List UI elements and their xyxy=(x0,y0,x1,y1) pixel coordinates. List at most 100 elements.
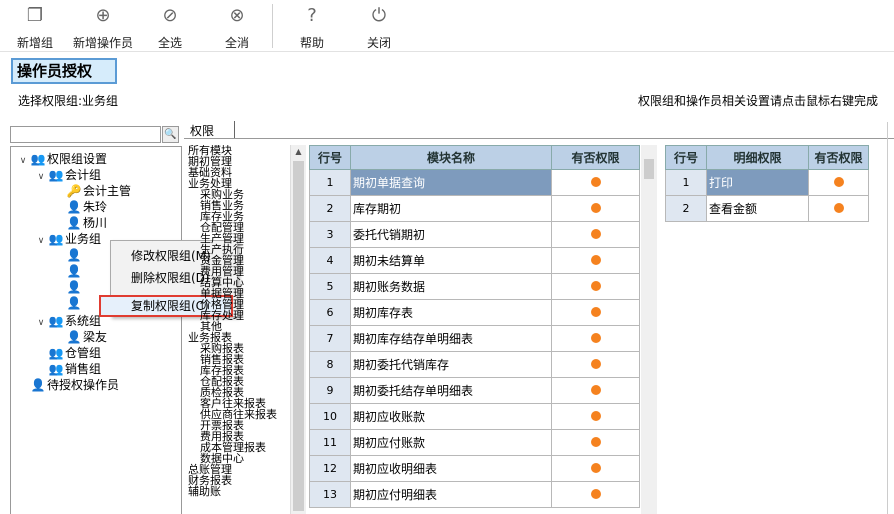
table-row[interactable]: 2 库存期初 xyxy=(309,195,640,222)
search-input[interactable] xyxy=(10,126,161,143)
tree-operator[interactable]: 🔑 会计主管 xyxy=(65,183,132,199)
select-all-button[interactable]: ⊘ 全选 xyxy=(150,4,190,50)
tab-permissions[interactable]: 权限 xyxy=(190,122,214,139)
row-name[interactable]: 库存期初 xyxy=(350,195,552,222)
table-row[interactable]: 4 期初未结算单 xyxy=(309,247,640,274)
permission-cell[interactable] xyxy=(551,169,640,196)
tree-group-system[interactable]: ∨ 👥 系统组 xyxy=(35,313,101,329)
table-row[interactable]: 1 打印 xyxy=(665,169,869,196)
module-scrollbar[interactable]: ▲ xyxy=(290,145,306,514)
collapse-icon[interactable]: ∨ xyxy=(35,233,47,249)
search-icon[interactable]: 🔍 xyxy=(162,126,179,143)
table-row[interactable]: 13 期初应付明细表 xyxy=(309,481,640,508)
toolbar-divider xyxy=(272,4,273,48)
collapse-icon[interactable]: ∨ xyxy=(35,315,47,331)
collapse-icon[interactable]: ∨ xyxy=(35,169,47,185)
table-row[interactable]: 5 期初账务数据 xyxy=(309,273,640,300)
user-icon: 👤 xyxy=(66,216,82,230)
close-button[interactable]: ⏻ 关闭 xyxy=(359,4,399,50)
row-name[interactable]: 期初库存结存单明细表 xyxy=(350,325,552,352)
permission-cell[interactable] xyxy=(551,377,640,404)
permission-cell[interactable] xyxy=(551,325,640,352)
scroll-up-icon[interactable]: ▲ xyxy=(291,145,306,159)
module-list-item[interactable]: 辅助账 xyxy=(188,486,291,497)
group-icon: 👥 xyxy=(48,362,64,376)
scroll-thumb[interactable] xyxy=(644,159,654,179)
permission-cell[interactable] xyxy=(551,481,640,508)
row-name[interactable]: 期初单据查询 xyxy=(350,169,552,196)
table-row[interactable]: 1 期初单据查询 xyxy=(309,169,640,196)
permission-cell[interactable] xyxy=(551,403,640,430)
new-group-button[interactable]: ❐ 新增组 xyxy=(12,4,58,50)
tree-operator[interactable]: 👤 杨川 xyxy=(65,215,108,231)
tree-operator[interactable]: 👤 朱玲 xyxy=(65,199,108,215)
row-name[interactable]: 期初应付明细表 xyxy=(350,481,552,508)
table-row[interactable]: 3 委托代销期初 xyxy=(309,221,640,248)
table-row[interactable]: 8 期初委托代销库存 xyxy=(309,351,640,378)
tree-group-warehouse[interactable]: 👥 仓管组 xyxy=(47,345,102,361)
check-all-icon: ⊘ xyxy=(162,5,178,26)
toolbar: ❐ 新增组 ⊕ 新增操作员 ⊘ 全选 ⊗ 全消 ? 帮助 ⏻ 关闭 xyxy=(0,0,894,52)
permission-cell[interactable] xyxy=(551,351,640,378)
col-header-detail-permission: 明细权限 xyxy=(706,145,809,170)
row-number: 9 xyxy=(309,377,351,404)
permission-cell[interactable] xyxy=(551,195,640,222)
help-button[interactable]: ? 帮助 xyxy=(292,4,332,50)
tree-group-business[interactable]: ∨ 👥 业务组 xyxy=(35,231,101,247)
permission-cell[interactable] xyxy=(551,273,640,300)
detail-grid: 行号 明细权限 有否权限 1 打印 2 查看金额 xyxy=(665,145,869,222)
help-icon: ? xyxy=(307,5,317,26)
permission-dot-icon xyxy=(590,488,601,499)
table-row[interactable]: 6 期初库存表 xyxy=(309,299,640,326)
permission-cell[interactable] xyxy=(551,247,640,274)
row-number: 2 xyxy=(665,195,707,222)
table-row[interactable]: 7 期初库存结存单明细表 xyxy=(309,325,640,352)
permission-dot-icon xyxy=(590,436,601,447)
collapse-icon[interactable]: ∨ xyxy=(17,153,29,169)
clear-all-button[interactable]: ⊗ 全消 xyxy=(217,4,257,50)
row-name[interactable]: 打印 xyxy=(706,169,809,196)
row-name[interactable]: 期初委托代销库存 xyxy=(350,351,552,378)
row-name[interactable]: 期初应收账款 xyxy=(350,403,552,430)
tree-operator[interactable]: 👤 xyxy=(65,295,83,311)
permission-cell[interactable] xyxy=(808,195,869,222)
tree-group-sales[interactable]: 👥 销售组 xyxy=(47,361,102,377)
tree-operator[interactable]: 👤 梁友 xyxy=(65,329,108,345)
tree-group-accounting[interactable]: ∨ 👥 会计组 xyxy=(35,167,101,183)
row-name[interactable]: 期初应收明细表 xyxy=(350,455,552,482)
group-icon: 👥 xyxy=(48,232,64,246)
permission-cell[interactable] xyxy=(551,221,640,248)
row-name[interactable]: 期初委托结存单明细表 xyxy=(350,377,552,404)
table-row[interactable]: 2 查看金额 xyxy=(665,195,869,222)
tree-operator[interactable]: 👤 xyxy=(65,247,83,263)
tree-pending-operators[interactable]: 👤 待授权操作员 xyxy=(29,377,120,393)
row-name[interactable]: 期初未结算单 xyxy=(350,247,552,274)
row-name[interactable]: 委托代销期初 xyxy=(350,221,552,248)
tree-root[interactable]: ∨ 👥 权限组设置 xyxy=(17,151,107,167)
permission-dot-icon xyxy=(590,228,601,239)
permission-cell[interactable] xyxy=(551,455,640,482)
scroll-thumb[interactable] xyxy=(293,161,304,511)
row-name[interactable]: 期初应付账款 xyxy=(350,429,552,456)
user-icon: 👤 xyxy=(66,264,82,278)
row-name[interactable]: 期初账务数据 xyxy=(350,273,552,300)
tab-strip: 权限 xyxy=(184,121,894,139)
permission-cell[interactable] xyxy=(551,299,640,326)
col-header-row-no: 行号 xyxy=(665,145,707,170)
table-row[interactable]: 11 期初应付账款 xyxy=(309,429,640,456)
grid-scrollbar[interactable] xyxy=(641,145,657,514)
add-operator-button[interactable]: ⊕ 新增操作员 xyxy=(70,4,136,50)
table-row[interactable]: 12 期初应收明细表 xyxy=(309,455,640,482)
row-number: 5 xyxy=(309,273,351,300)
tree-operator[interactable]: 👤 xyxy=(65,263,83,279)
permission-dot-icon xyxy=(590,410,601,421)
tree-operator[interactable]: 👤 xyxy=(65,279,83,295)
row-number: 1 xyxy=(309,169,351,196)
permission-cell[interactable] xyxy=(808,169,869,196)
table-row[interactable]: 9 期初委托结存单明细表 xyxy=(309,377,640,404)
permission-cell[interactable] xyxy=(551,429,640,456)
table-row[interactable]: 10 期初应收账款 xyxy=(309,403,640,430)
row-name[interactable]: 查看金额 xyxy=(706,195,809,222)
right-panel-edge xyxy=(887,122,894,514)
row-name[interactable]: 期初库存表 xyxy=(350,299,552,326)
